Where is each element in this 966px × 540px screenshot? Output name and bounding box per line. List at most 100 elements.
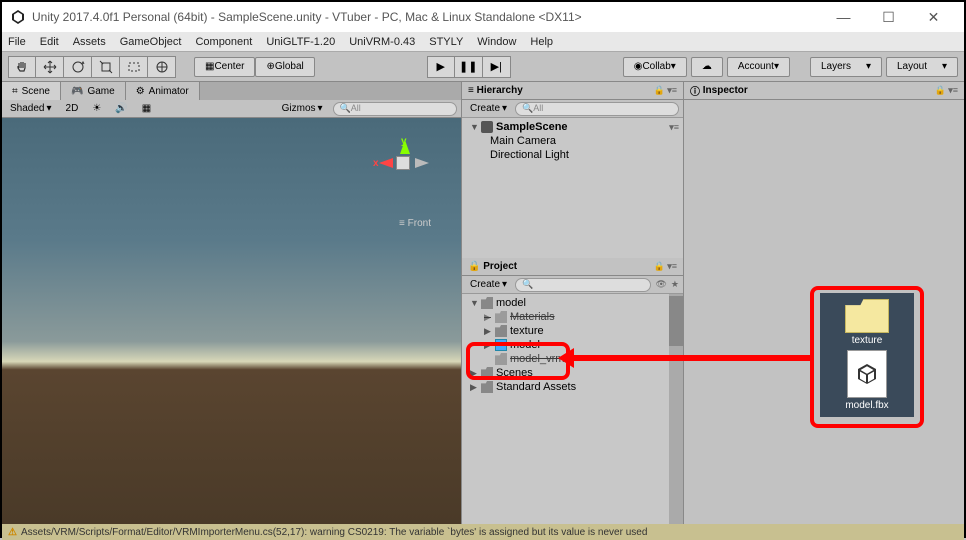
rect-tool-button[interactable]	[120, 56, 148, 78]
foldout-icon[interactable]: ▶	[470, 382, 478, 393]
unity-scene-icon	[481, 121, 493, 133]
shading-mode-dropdown[interactable]: Shaded ▾	[6, 103, 56, 114]
tab-scene[interactable]: ⌗Scene	[2, 82, 61, 100]
menu-file[interactable]: File	[8, 36, 26, 48]
menu-styly[interactable]: STYLY	[429, 36, 463, 48]
lock-icon[interactable]: 🔒 ▾≡	[935, 85, 958, 96]
toolbar: ▦ Center ⊕ Global ▶ ❚❚ ▶| ◉ Collab ▾ ☁ A…	[2, 52, 964, 82]
gizmo-cube-icon	[396, 156, 410, 170]
foldout-icon[interactable]: ▼	[470, 122, 478, 132]
foldout-icon[interactable]: ▶	[484, 326, 492, 337]
maximize-button[interactable]: ☐	[866, 3, 911, 31]
favorite-icon[interactable]: ★	[671, 279, 679, 290]
file-texture-folder[interactable]: texture	[845, 299, 889, 346]
external-files-overlay: texture model.fbx	[820, 293, 914, 417]
menu-univrm[interactable]: UniVRM-0.43	[349, 36, 415, 48]
move-tool-button[interactable]	[36, 56, 64, 78]
pause-button[interactable]: ❚❚	[455, 56, 483, 78]
filter-icon[interactable]: 👁	[655, 279, 666, 290]
collab-button[interactable]: ◉ Collab ▾	[623, 57, 687, 77]
hand-tool-button[interactable]	[8, 56, 36, 78]
prefab-icon	[495, 339, 507, 351]
foldout-icon[interactable]: ▶	[484, 340, 492, 351]
titlebar: Unity 2017.4.0f1 Personal (64bit) - Samp…	[2, 2, 964, 32]
menu-assets[interactable]: Assets	[73, 36, 106, 48]
scene-menu-icon[interactable]: ▾≡	[669, 122, 679, 133]
project-icon: 🔒	[468, 261, 480, 272]
transform-tool-button[interactable]	[148, 56, 176, 78]
hierarchy-icon: ≡	[468, 85, 474, 96]
step-button[interactable]: ▶|	[483, 56, 511, 78]
close-button[interactable]: ✕	[911, 3, 956, 31]
layout-dropdown[interactable]: Layout▾	[886, 57, 958, 77]
menubar: File Edit Assets GameObject Component Un…	[2, 32, 964, 52]
file-model-fbx[interactable]: model.fbx	[845, 350, 888, 411]
tab-game[interactable]: 🎮Game	[61, 82, 126, 100]
status-bar[interactable]: ⚠ Assets/VRM/Scripts/Format/Editor/VRMIm…	[2, 524, 964, 540]
project-search[interactable]: 🔍	[515, 278, 651, 292]
project-create-dropdown[interactable]: Create ▾	[466, 279, 511, 290]
project-item-standard-assets[interactable]: ▶ Standard Assets	[462, 380, 683, 394]
project-item-texture[interactable]: ▶ texture	[462, 324, 683, 338]
play-button[interactable]: ▶	[427, 56, 455, 78]
pivot-global-button[interactable]: ⊕ Global	[255, 57, 314, 77]
folder-icon	[495, 311, 507, 323]
menu-help[interactable]: Help	[530, 36, 553, 48]
folder-icon	[495, 325, 507, 337]
lock-icon[interactable]: 🔒 ▾≡	[654, 85, 677, 96]
foldout-icon[interactable]: ▶	[470, 368, 478, 379]
menu-gameobject[interactable]: GameObject	[120, 36, 182, 48]
project-item-scenes[interactable]: ▶ Scenes	[462, 366, 683, 380]
audio-toggle[interactable]: 🔊	[111, 103, 131, 114]
hierarchy-item-light[interactable]: Directional Light	[462, 148, 683, 162]
menu-component[interactable]: Component	[195, 36, 252, 48]
window-title: Unity 2017.4.0f1 Personal (64bit) - Samp…	[32, 10, 821, 24]
animator-icon: ⚙	[136, 86, 145, 97]
menu-unigltf[interactable]: UniGLTF-1.20	[266, 36, 335, 48]
project-tree[interactable]: ▼ model ▶ Materials ▶ texture ▶	[462, 294, 683, 524]
scene-view[interactable]: y x ≡ Front	[2, 118, 461, 524]
scene-icon: ⌗	[12, 86, 18, 97]
inspector-panel-header[interactable]: ⓘ Inspector 🔒 ▾≡	[684, 82, 964, 100]
annotation-arrow	[570, 355, 810, 361]
folder-icon	[481, 381, 493, 393]
lighting-toggle[interactable]: ☀	[88, 103, 105, 114]
project-root-model[interactable]: ▼ model	[462, 296, 683, 310]
scene-search[interactable]: 🔍All	[333, 102, 457, 116]
orientation-gizmo[interactable]: y x	[371, 128, 431, 188]
axis-x-arrow-icon	[379, 158, 393, 168]
hierarchy-item-camera[interactable]: Main Camera	[462, 134, 683, 148]
scale-tool-button[interactable]	[92, 56, 120, 78]
project-scrollbar[interactable]	[669, 294, 683, 524]
warning-icon: ⚠	[8, 527, 17, 538]
menu-edit[interactable]: Edit	[40, 36, 59, 48]
project-item-materials[interactable]: ▶ Materials	[462, 310, 683, 324]
lock-icon[interactable]: 🔒 ▾≡	[654, 261, 677, 272]
layers-dropdown[interactable]: Layers▾	[810, 57, 882, 77]
hierarchy-tree[interactable]: ▼ SampleScene ▾≡ Main Camera Directional…	[462, 118, 683, 258]
axis-y-arrow-icon	[400, 140, 410, 154]
menu-window[interactable]: Window	[477, 36, 516, 48]
cloud-button[interactable]: ☁	[691, 57, 723, 77]
foldout-icon[interactable]: ▶	[484, 312, 492, 323]
pivot-center-button[interactable]: ▦ Center	[194, 57, 255, 77]
tab-animator[interactable]: ⚙Animator	[126, 82, 200, 100]
hierarchy-panel-header[interactable]: ≡ Hierarchy 🔒 ▾≡	[462, 82, 683, 100]
hierarchy-search[interactable]: 🔍All	[515, 102, 679, 116]
account-button[interactable]: Account ▾	[727, 57, 790, 77]
fbx-file-icon	[847, 350, 887, 398]
axis-z-arrow-icon	[415, 158, 429, 168]
status-message: Assets/VRM/Scripts/Format/Editor/VRMImpo…	[21, 527, 647, 538]
project-panel-header[interactable]: 🔒 Project 🔒 ▾≡	[462, 258, 683, 276]
folder-large-icon	[845, 299, 889, 333]
folder-icon	[481, 297, 493, 309]
gizmos-dropdown[interactable]: Gizmos ▾	[278, 103, 327, 114]
2d-toggle[interactable]: 2D	[62, 103, 83, 114]
foldout-icon[interactable]: ▼	[470, 298, 478, 308]
minimize-button[interactable]: —	[821, 3, 866, 31]
scene-root-item[interactable]: ▼ SampleScene ▾≡	[462, 120, 683, 134]
fx-toggle[interactable]: ▦	[138, 103, 155, 114]
hierarchy-create-dropdown[interactable]: Create ▾	[466, 103, 511, 114]
rotate-tool-button[interactable]	[64, 56, 92, 78]
view-orientation-label: ≡ Front	[399, 218, 431, 229]
